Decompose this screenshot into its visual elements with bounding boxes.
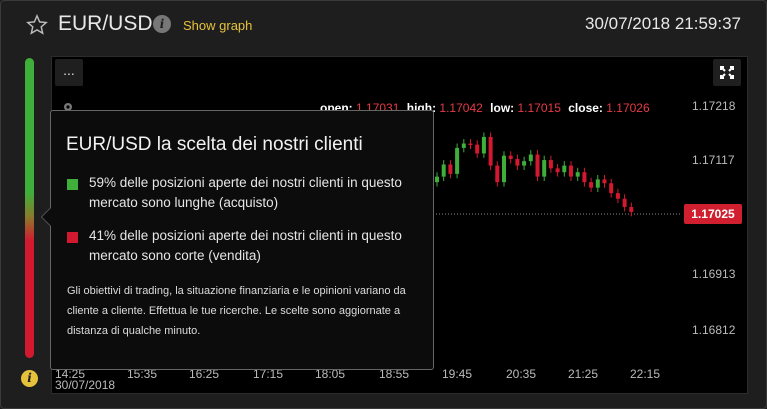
candle-body — [515, 158, 520, 166]
low-value: 1.17015 — [517, 101, 561, 115]
datetime: 30/07/2018 21:59:37 — [585, 14, 741, 33]
y-tick: 1.17117 — [692, 153, 735, 167]
candle-body — [602, 179, 607, 184]
sentiment-tooltip: EUR/USD la scelta dei nostri clienti 59%… — [41, 110, 434, 370]
y-tick: 1.17218 — [692, 99, 736, 113]
candle-body — [595, 179, 600, 188]
candle-body — [615, 193, 620, 199]
star-icon[interactable] — [26, 14, 48, 36]
instrument-title: EUR/USD — [58, 12, 153, 35]
candle-body — [548, 160, 553, 169]
candle-body — [535, 154, 540, 177]
candle-body — [542, 160, 547, 177]
candle-body — [609, 183, 614, 194]
candle-body — [475, 144, 480, 154]
fullscreen-button[interactable] — [713, 59, 741, 86]
close-label: close: — [568, 101, 603, 115]
tooltip-title: EUR/USD la scelta dei nostri clienti — [66, 134, 363, 155]
candle-body — [455, 147, 460, 174]
close-value: 1.17026 — [606, 101, 650, 115]
show-graph-link[interactable]: Show graph — [183, 18, 252, 33]
candle-body — [569, 165, 573, 177]
x-tick: 21:25 — [568, 367, 599, 381]
long-positions-text: 59% delle posizioni aperte dei nostri cl… — [89, 175, 402, 210]
candle-body — [488, 136, 493, 166]
long-color-square — [67, 179, 78, 190]
y-tick: 1.16913 — [692, 267, 736, 281]
candle-body — [629, 206, 634, 212]
candle-body — [481, 136, 486, 154]
candle-body — [508, 155, 513, 159]
sentiment-info-icon[interactable]: i — [21, 370, 38, 387]
short-positions-text: 41% delle posizioni aperte dei nostri cl… — [89, 228, 402, 263]
high-value: 1.17042 — [439, 101, 483, 115]
candle-body — [589, 182, 594, 188]
chart-menu-button[interactable]: ... — [55, 59, 83, 86]
candle-body — [502, 155, 506, 183]
candle-body — [582, 172, 587, 183]
candle-body — [555, 168, 560, 173]
candles — [435, 132, 634, 217]
x-tick: 22:15 — [630, 367, 661, 381]
candle-body — [441, 164, 446, 177]
y-tick: 1.16812 — [692, 323, 736, 337]
current-price-tag: 1.17025 — [684, 204, 742, 224]
candle-body — [575, 172, 580, 177]
candle-body — [468, 143, 473, 146]
candle-body — [562, 165, 567, 173]
candle-body — [448, 164, 453, 174]
short-color-square — [67, 232, 78, 243]
candle-body — [495, 165, 500, 183]
candle-body — [622, 198, 627, 207]
disclaimer-note: Gli obiettivi di trading, la situazione … — [67, 285, 406, 337]
x-tick: 20:35 — [506, 367, 537, 381]
header: EUR/USD i Show graph 30/07/2018 21:59:37 — [0, 0, 767, 48]
candle-body — [528, 154, 533, 162]
candle-body — [461, 143, 466, 148]
x-date: 30/07/2018 — [55, 378, 116, 392]
x-tick: 19:45 — [442, 367, 473, 381]
candle-body — [522, 161, 527, 166]
sentiment-bar — [25, 58, 34, 358]
candle-body — [435, 176, 439, 183]
low-label: low: — [490, 101, 515, 115]
info-icon[interactable]: i — [153, 15, 171, 33]
fullscreen-icon — [720, 66, 734, 79]
